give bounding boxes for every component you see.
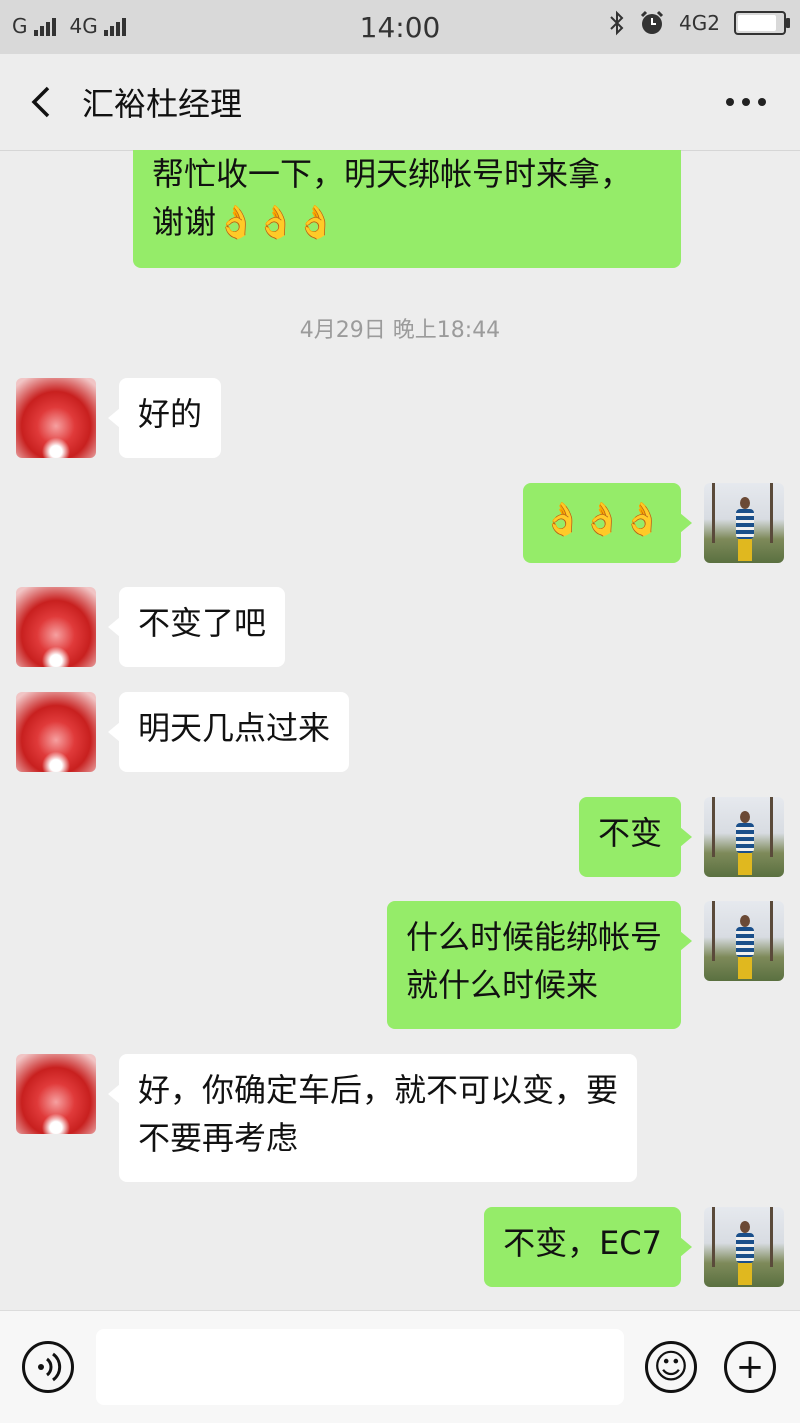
user-avatar[interactable] — [704, 1207, 784, 1287]
message-input[interactable] — [96, 1329, 624, 1405]
contact-avatar[interactable] — [16, 692, 96, 772]
more-functions-button[interactable]: + — [724, 1341, 776, 1393]
message-text-line: 就什么时候来 — [405, 966, 598, 1004]
message-bubble-sent[interactable]: 不变，EC7 — [484, 1207, 692, 1287]
message-text-line: 谢谢👌👌👌 — [152, 203, 336, 241]
battery-icon — [734, 11, 790, 35]
chat-header: 汇裕杜经理 — [0, 54, 800, 151]
message-text: 不变了吧 — [138, 604, 267, 642]
plus-icon: + — [735, 1347, 765, 1387]
chat-title: 汇裕杜经理 — [82, 85, 243, 123]
contact-avatar[interactable] — [16, 1054, 96, 1134]
message-text-line: 不要再考虑 — [138, 1119, 299, 1157]
message-text: 👌👌👌 — [542, 500, 662, 538]
message-text-line: 好，你确定车后，就不可以变，要 — [138, 1071, 619, 1109]
user-avatar[interactable] — [704, 483, 784, 563]
message-text-line: 帮忙收一下，明天绑帐号时来拿， — [152, 155, 633, 193]
alarm-icon — [640, 10, 664, 34]
message-bubble-received[interactable]: 不变了吧 — [107, 587, 286, 667]
emoji-button[interactable]: ☺ — [645, 1341, 697, 1393]
message-bubble-sent[interactable]: 帮忙收一下，明天绑帐号时来拿， 谢谢👌👌👌 — [133, 150, 681, 268]
emoji-icon: ☺ — [653, 1347, 689, 1387]
message-bubble-sent[interactable]: 👌👌👌 — [523, 483, 692, 563]
message-bubble-received[interactable]: 好，你确定车后，就不可以变，要 不要再考虑 — [107, 1054, 638, 1182]
voice-icon — [38, 1352, 62, 1382]
more-options-icon[interactable] — [726, 98, 766, 106]
message-text: 不变 — [597, 814, 662, 852]
message-bubble-sent[interactable]: 不变 — [578, 797, 693, 877]
message-bubble-received[interactable]: 好的 — [107, 378, 222, 458]
message-text-line: 什么时候能绑帐号 — [405, 918, 662, 956]
message-bubble-received[interactable]: 明天几点过来 — [107, 692, 350, 772]
input-bar: ☺ + — [0, 1310, 800, 1423]
contact-avatar[interactable] — [16, 587, 96, 667]
contact-avatar[interactable] — [16, 378, 96, 458]
status-icons: 4G2 — [609, 10, 790, 36]
bluetooth-icon — [610, 10, 624, 36]
timestamp: 4月29日 晚上18:44 — [299, 318, 501, 343]
message-text: 不变，EC7 — [503, 1224, 662, 1262]
message-text: 好的 — [138, 395, 203, 433]
message-text: 明天几点过来 — [138, 709, 331, 747]
message-list[interactable]: 帮忙收一下，明天绑帐号时来拿， 谢谢👌👌👌 4月29日 晚上18:44 好的 👌… — [0, 150, 800, 1310]
status-bar: G 4G 14:00 4G2 — [0, 0, 800, 54]
message-bubble-sent[interactable]: 什么时候能绑帐号 就什么时候来 — [386, 901, 693, 1029]
back-arrow-icon[interactable] — [22, 82, 62, 122]
user-avatar[interactable] — [704, 901, 784, 981]
network-label: 4G2 — [679, 11, 720, 35]
user-avatar[interactable] — [704, 797, 784, 877]
voice-input-button[interactable] — [22, 1341, 74, 1393]
